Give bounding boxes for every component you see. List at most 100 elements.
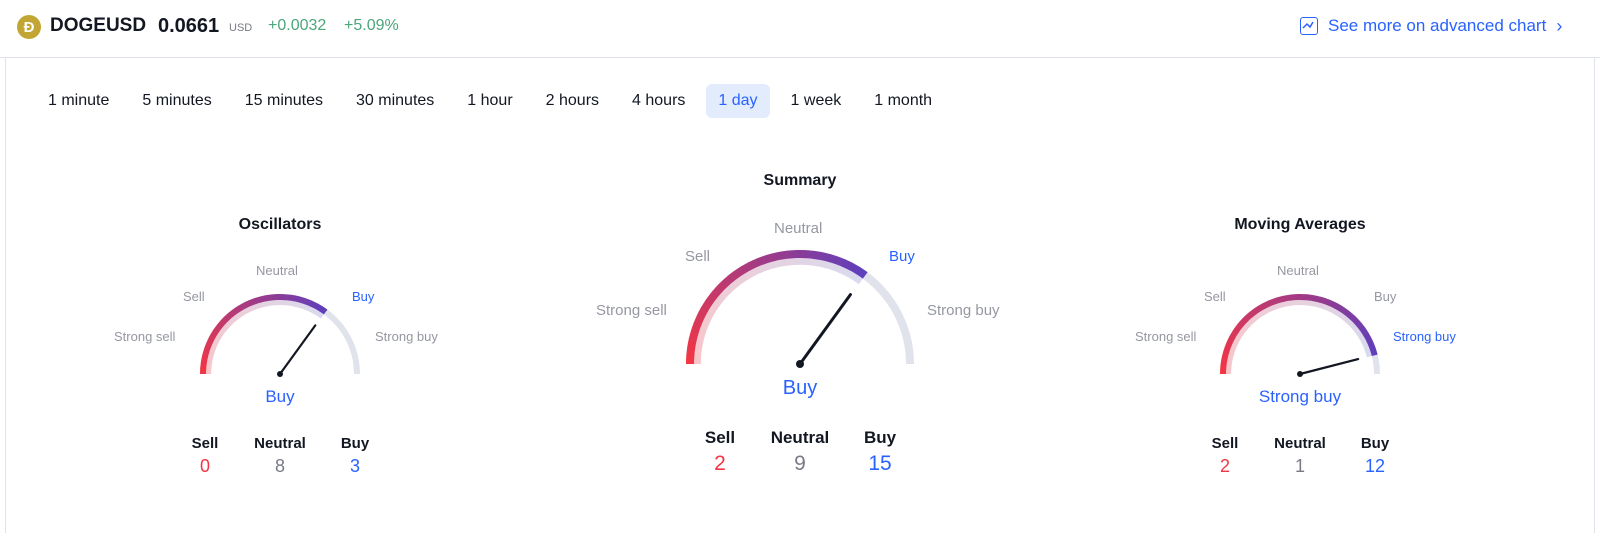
summary-dial-fill	[696, 307, 708, 319]
summary-dial-fill	[779, 250, 790, 260]
moving_averages-dial-fill-light	[1290, 299, 1299, 306]
moving_averages-dial-fill	[1232, 323, 1243, 334]
summary-dial-fill-light	[744, 268, 756, 280]
summary-dial-fill-light	[698, 325, 708, 336]
oscillators-dial-fill	[243, 300, 252, 309]
oscillators-dial-fill-light	[297, 302, 305, 310]
oscillators-dial-fill	[210, 329, 219, 338]
summary-dial-fill	[693, 314, 705, 327]
moving-averages-counts: Sell 2 Neutral 1 Buy 12	[1200, 435, 1400, 477]
oscillators-counts: Sell 0 Neutral 8 Buy 3	[180, 435, 380, 477]
summary-dial-fill-light	[751, 265, 763, 276]
oscillators-dial-fill-light	[218, 328, 226, 336]
oscillators-dial-fill	[304, 298, 313, 307]
tab-4-hours[interactable]: 4 hours	[620, 84, 697, 118]
moving_averages-dial-fill	[1274, 295, 1285, 304]
oscillators-dial-fill	[224, 312, 234, 321]
symbol-header: Ð DOGEUSD 0.0661 USD +0.0032 +5.09% See …	[0, 0, 1600, 58]
summary-dial-fill	[849, 262, 861, 275]
summary-dial-fill-light	[773, 259, 784, 268]
moving-averages-strong-buy-label: Strong buy	[1393, 329, 1456, 344]
moving_averages-dial-fill	[1289, 294, 1299, 301]
tab-5-minutes[interactable]: 5 minutes	[130, 84, 223, 118]
moving_averages-dial-fill	[1332, 302, 1343, 312]
summary-dial-fill-light	[818, 259, 829, 269]
oscillators-dial-fill	[254, 296, 263, 304]
moving_averages-dial-fill	[1254, 303, 1265, 314]
moving_averages-dial-fill-light	[1227, 352, 1235, 361]
moving_averages-dial-fill	[1248, 308, 1259, 318]
summary-dial-fill	[834, 256, 846, 267]
tab-1-hour[interactable]: 1 hour	[455, 84, 524, 118]
moving_averages-dial-fill	[1349, 314, 1360, 325]
oscillators-dial	[200, 294, 360, 377]
moving_averages-dial-fill	[1312, 295, 1322, 303]
oscillators-dial-fill	[314, 303, 323, 312]
moving_averages-dial-fill-light	[1364, 348, 1373, 358]
summary-dial-fill-light	[845, 269, 857, 281]
tab-1-month[interactable]: 1 month	[862, 84, 944, 118]
price-change: +0.0032	[268, 17, 327, 34]
oscillators-dial-fill	[260, 295, 268, 303]
moving_averages-dial-fill-light	[1304, 299, 1313, 307]
moving_averages-dial-fill	[1220, 358, 1228, 367]
moving_averages-dial-fill-light	[1283, 300, 1292, 307]
oscillators-dial-fill-light	[215, 332, 223, 341]
moving_averages-dial-track	[1220, 294, 1380, 375]
moving_averages-dial-fill	[1223, 343, 1232, 353]
moving_averages-dial-fill-light	[1270, 303, 1279, 311]
oscillators-needle	[278, 324, 317, 376]
summary-dial-fill	[709, 287, 722, 300]
oscillators-dial-fill-light	[208, 346, 216, 355]
oscillators-dial-fill-light	[307, 305, 315, 314]
moving_averages-dial-fill	[1229, 329, 1239, 340]
oscillators-dial-fill-light	[221, 323, 230, 332]
moving_averages-dial-fill	[1237, 317, 1248, 328]
moving-averages-sell-count: Sell 2	[1211, 435, 1239, 476]
summary-dial-fill-light	[707, 304, 718, 316]
summary-dial-fill	[855, 267, 868, 279]
summary-dial-fill-light	[758, 262, 769, 273]
chevron-right-icon: ›	[1556, 15, 1563, 36]
summary-dial-fill-light	[696, 332, 706, 343]
last-price: 0.0661	[158, 15, 220, 37]
summary-dial-fill	[819, 252, 831, 262]
oscillators-dial-fill	[293, 295, 302, 303]
moving_averages-dial-fill	[1225, 336, 1235, 347]
oscillators-dial-fill-light	[232, 313, 241, 321]
moving-averages-dial	[1220, 294, 1380, 377]
moving_averages-dial-fill	[1260, 300, 1271, 310]
tab-1-week[interactable]: 1 week	[779, 84, 854, 118]
oscillators-sell-count: Sell 0	[191, 435, 219, 476]
tab-15-minutes[interactable]: 15 minutes	[233, 84, 335, 118]
moving_averages-dial-fill-light	[1359, 335, 1368, 345]
oscillators-strong-buy-label: Strong buy	[375, 329, 438, 344]
moving_averages-dial-fill	[1359, 326, 1369, 337]
moving_averages-dial-fill	[1369, 346, 1378, 357]
oscillators-dial-fill-light	[236, 310, 245, 318]
summary-dial-fill-light	[703, 311, 714, 322]
moving-averages-buy-count: Buy 12	[1360, 435, 1390, 476]
tab-1-day[interactable]: 1 day	[706, 84, 770, 118]
moving_averages-dial-fill-light	[1234, 333, 1243, 343]
moving-averages-strong-sell-label: Strong sell	[1135, 329, 1197, 344]
tab-1-minute[interactable]: 1 minute	[36, 84, 121, 118]
symbol-name: DOGEUSD	[50, 15, 147, 36]
moving_averages-needle-pivot	[1297, 371, 1303, 377]
summary-dial-fill-light	[715, 292, 727, 304]
tab-2-hours[interactable]: 2 hours	[534, 84, 611, 118]
tab-30-minutes[interactable]: 30 minutes	[344, 84, 446, 118]
oscillators-title: Oscillators	[238, 216, 322, 233]
summary-dial-fill	[771, 251, 782, 262]
advanced-chart-link[interactable]: See more on advanced chart ›	[1300, 14, 1562, 38]
summary-dial-fill	[788, 250, 798, 259]
oscillators-dial-fill	[265, 294, 273, 302]
oscillators-dial-fill	[318, 306, 328, 315]
oscillators-dial-fill-light	[311, 308, 320, 316]
interval-tabs: 1 minute 5 minutes 15 minutes 30 minutes…	[36, 84, 953, 118]
moving_averages-dial-fill	[1282, 294, 1292, 302]
oscillators-dial-fill-light	[210, 341, 218, 350]
moving_averages-dial-fill	[1267, 297, 1278, 307]
oscillators-buy-count: Buy 3	[340, 435, 370, 476]
moving_averages-dial-fill-light	[1317, 302, 1327, 310]
